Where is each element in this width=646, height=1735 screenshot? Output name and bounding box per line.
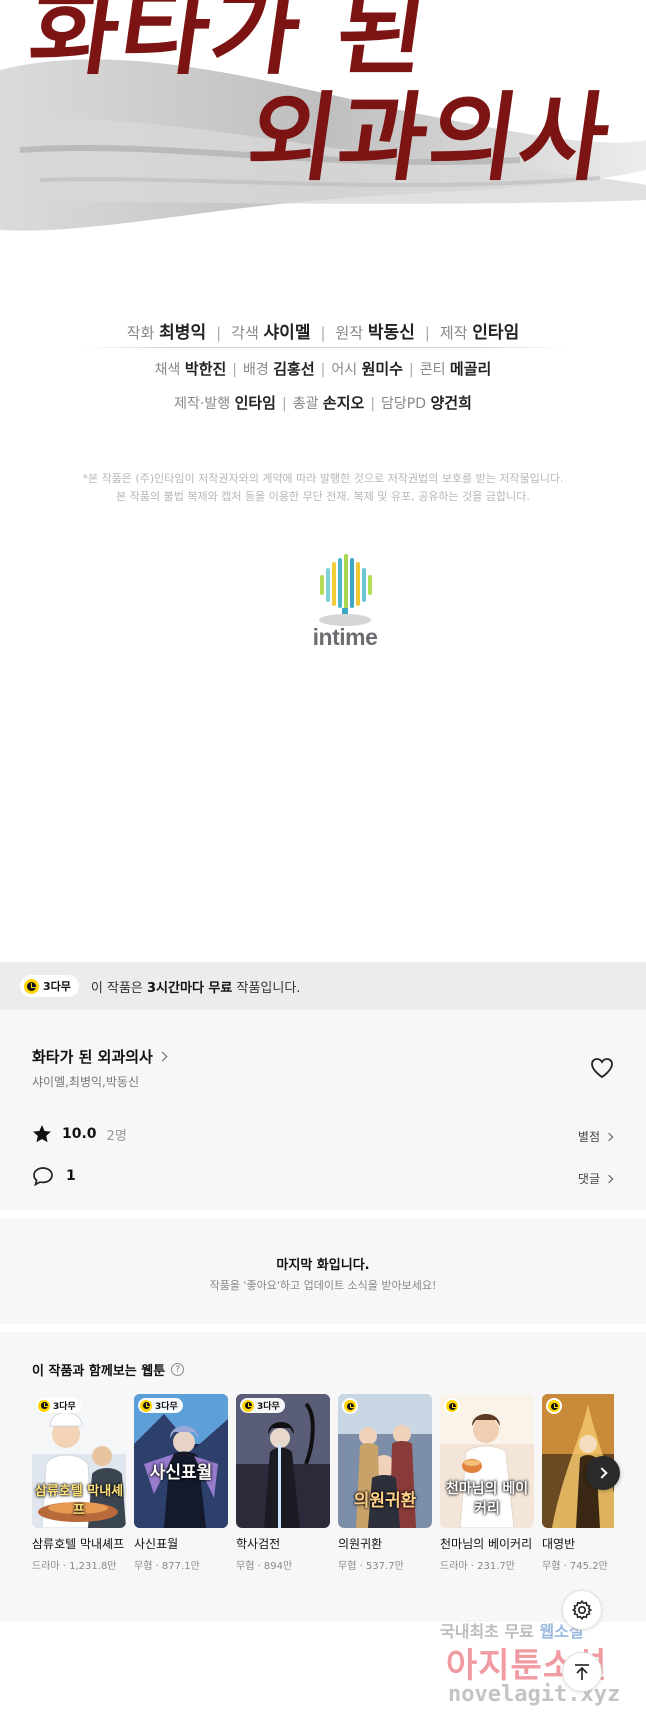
wait-free-badge: 3다무 [36,1398,81,1413]
chevron-right-icon [604,1174,614,1183]
rating-score: 10.0 [62,1126,97,1142]
recommendation-card[interactable]: 삼류호텔 막내셰프 3다무 삼류호텔 막내셰프 드라마 · 1,231.8만 [32,1394,126,1572]
card-title[interactable]: 천마님의 베이커리 [440,1536,534,1553]
comic-title-line2: 외과의사 [240,81,619,194]
help-icon[interactable]: ? [171,1363,185,1376]
arrow-up-icon [575,1664,589,1680]
wait-free-icon [546,1398,562,1414]
cover-title: 삼류호텔 막내셰프 [34,1484,124,1518]
free-wait-banner: 3다무 이 작품은 3시간마다 무료 작품입니다. [0,962,646,1010]
banner-text: 이 작품은 3시간마다 무료 작품입니다. [90,980,301,996]
credits-row-2: 채색 박한진 | 배경 김홍선 | 어시 원미수 | 콘티 메골리 [154,360,492,378]
clock-icon [38,1399,50,1412]
card-meta: 드라마 · 231.7만 [440,1561,515,1572]
credit-name: 샤이멜 [263,323,311,343]
credit-name: 인타임 [472,323,520,343]
card-meta: 드라마 · 1,231.8만 [32,1561,117,1572]
clock-icon [140,1399,152,1412]
clock-icon [344,1400,356,1412]
comment-row: 1 [32,1166,76,1186]
recommendation-card[interactable]: 3다무 학사검전 무협 · 894만 [236,1394,330,1572]
wait-free-icon [444,1398,460,1414]
recommendation-card[interactable]: 사신표월 3다무 사신표월 무협 · 877.1만 [134,1394,228,1572]
settings-button[interactable] [562,1590,602,1630]
card-title[interactable]: 의원귀환 [338,1536,432,1553]
card-thumbnail[interactable]: 삼류호텔 막내셰프 3다무 [32,1394,126,1528]
wait-free-badge: 3다무 [20,975,79,997]
wait-free-badge: 3다무 [240,1398,285,1413]
card-meta: 무협 · 537.7만 [338,1561,404,1572]
credit-name: 박동신 [367,323,415,343]
recommendation-card[interactable]: 천마님의 베이커리 천마님의 베이커리 드라마 · 231.7만 [440,1394,534,1572]
card-meta: 무협 · 745.2만 [542,1561,608,1572]
heart-icon[interactable] [589,1056,615,1080]
last-episode-title: 마지막 화입니다. [276,1258,370,1273]
carousel-next-button[interactable] [586,1456,620,1490]
chevron-right-icon [595,1467,608,1479]
comment-bubble-icon [33,1167,53,1186]
card-meta: 무협 · 877.1만 [134,1561,200,1572]
credits-row-1: 작화 최병익 | 각색 샤이멜 | 원작 박동신 | 제작 인타임 [126,323,520,343]
card-thumbnail[interactable]: 사신표월 3다무 [134,1394,228,1528]
intime-logo-text: intime [312,624,378,650]
recommendation-carousel[interactable]: 삼류호텔 막내셰프 3다무 삼류호텔 막내셰프 드라마 · 1,231.8만 사… [32,1394,614,1604]
star-icon [33,1125,51,1143]
card-title[interactable]: 사신표월 [134,1536,228,1553]
work-title-link[interactable]: 화타가 된 외과의사 [32,1046,168,1067]
card-meta: 무협 · 894만 [236,1561,293,1572]
gear-icon [572,1600,592,1620]
wait-free-icon [342,1398,358,1414]
clock-icon [548,1400,560,1412]
credit-role: 원작 [335,324,364,342]
scroll-top-button[interactable] [562,1652,602,1692]
credit-role: 제작 [439,324,468,342]
credits-divider [80,347,566,348]
rating-row: 10.0 2명 [32,1124,127,1144]
comment-link[interactable]: 댓글 [578,1170,614,1187]
card-thumbnail[interactable]: 3다무 [236,1394,330,1528]
credit-role: 작화 [126,324,155,342]
clock-icon [24,978,39,994]
cover-title: 사신표월 [149,1463,213,1483]
card-title[interactable]: 학사검전 [236,1536,330,1553]
comment-count: 1 [66,1168,76,1184]
card-thumbnail[interactable]: 천마님의 베이커리 [440,1394,534,1528]
rating-link[interactable]: 별점 [578,1128,614,1145]
wait-free-badge: 3다무 [138,1398,183,1413]
credit-role: 각색 [231,324,259,342]
clock-icon [242,1399,254,1412]
credits-row-3: 제작·발행 인타임 | 총괄 손지오 | 담당PD 양건희 [174,394,472,412]
clock-icon [446,1400,458,1412]
cover-title: 천마님의 베이커리 [445,1481,529,1517]
card-thumbnail[interactable]: 의원귀환 [338,1394,432,1528]
rating-count: 2명 [106,1128,127,1144]
comic-end-page: 화타가 된 외과의사 작화 최병익 | 각색 샤이멜 | 원작 박동신 | 제작 인타임 채… [0,0,646,960]
copyright-notice: *본 작품은 (주)인타임이 저작권자와의 계약에 따라 발행한 것으로 저작권… [82,472,564,503]
chevron-right-icon [604,1132,614,1141]
recommendation-card[interactable]: 의원귀환 의원귀환 무협 · 537.7만 [338,1394,432,1572]
card-title[interactable]: 대영반 [542,1536,614,1553]
last-episode-subtitle: 작품을 '좋아요'하고 업데이트 소식을 받아보세요! [209,1279,437,1292]
recommendation-title: 이 작품과 함께보는 웹툰 ? [32,1360,185,1379]
cover-title: 의원귀환 [353,1491,417,1511]
work-authors: 샤이멜,최병익,박동신 [32,1075,139,1089]
card-title[interactable]: 삼류호텔 막내셰프 [32,1536,126,1553]
work-info-panel [0,1010,646,1210]
chevron-right-icon [157,1051,168,1062]
credit-name: 최병익 [159,323,207,343]
